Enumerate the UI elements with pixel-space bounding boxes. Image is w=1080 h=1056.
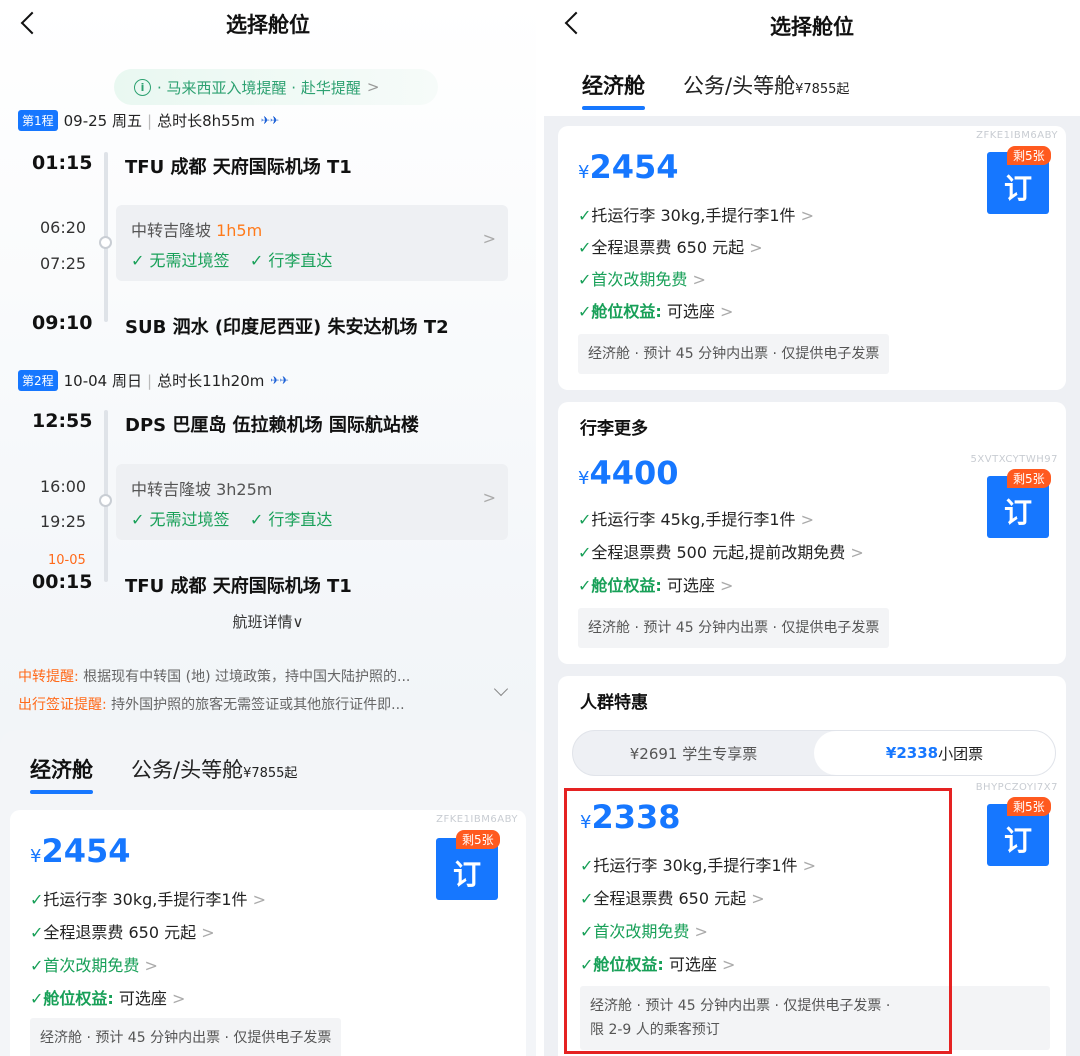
notice-text: · 马来西亚入境提醒 · 赴华提醒	[157, 78, 361, 97]
tab-business[interactable]: 公务/头等舱¥7855起	[683, 70, 849, 100]
fare-code: ZFKE1IBM6ABY	[436, 814, 518, 825]
arrival-time: 09:10	[32, 312, 93, 334]
header: 选择舱位	[544, 0, 1080, 52]
baggage-info[interactable]: ✓托运行李 30kg,手提行李1件 >	[30, 886, 266, 910]
chevron-down-icon[interactable]	[493, 681, 509, 697]
back-arrow-icon[interactable]	[560, 8, 588, 38]
page-title: 选择舱位	[226, 13, 310, 37]
fare-code: BHYPCZOYI7X7	[975, 782, 1058, 793]
fare-card: ZFKE1IBM6ABY ¥2454 订 剩5张 ✓托运行李 30kg,手提行李…	[10, 810, 526, 1056]
page-title: 选择舱位	[770, 15, 854, 39]
transfer-dot	[99, 494, 112, 507]
departure-airport: TFU 成都 天府国际机场 T1	[125, 157, 352, 178]
transfer-info[interactable]: 中转吉隆坡 3h25m ✓ 无需过境签 ✓ 行李直达 >	[116, 464, 508, 540]
leg-duration: 总时长8h55m	[157, 112, 255, 130]
transfer-arrival-time: 16:00	[40, 477, 87, 496]
fare-code: 5XVTXCYTWH97	[970, 454, 1058, 465]
cabin-benefit[interactable]: ✓舱位权益: 可选座 >	[30, 985, 185, 1009]
fare-price: ¥2454	[578, 148, 679, 186]
fare-price: ¥2454	[30, 832, 131, 870]
transfer-label: 中转吉隆坡 1h5m	[131, 221, 263, 240]
arrival-time: 00:15	[32, 571, 93, 593]
visa-reminder[interactable]: 出行签证提醒: 持外国护照的旅客无需签证或其他旅行证件即...	[18, 694, 405, 714]
transfer-checks: ✓ 无需过境签 ✓ 行李直达	[131, 510, 333, 529]
fare-card: 行李更多 5XVTXCYTWH97 ¥4400 订 剩5张 ✓托运行李 45kg…	[558, 402, 1066, 664]
departure-time: 12:55	[32, 410, 93, 432]
leg-tag: 第1程	[18, 110, 58, 131]
refund-info[interactable]: ✓全程退票费 650 元起 >	[30, 919, 215, 943]
change-info[interactable]: ✓首次改期免费 >	[578, 266, 706, 290]
remaining-badge: 剩5张	[1007, 146, 1051, 165]
tab-business[interactable]: 公务/头等舱¥7855起	[131, 754, 297, 784]
remaining-badge: 剩5张	[1007, 469, 1051, 488]
airline-logo-icon: ✈✈	[270, 374, 289, 387]
leg-date: 09-25 周五	[63, 112, 142, 130]
arrival-airport: TFU 成都 天府国际机场 T1	[125, 576, 352, 597]
baggage-info[interactable]: ✓托运行李 45kg,手提行李1件 >	[578, 506, 814, 530]
flight-detail-toggle[interactable]: 航班详情∨	[0, 611, 536, 632]
refund-info[interactable]: ✓全程退票费 500 元起,提前改期免费 >	[578, 539, 864, 563]
entry-notice-banner[interactable]: i · 马来西亚入境提醒 · 赴华提醒 >	[114, 69, 438, 105]
tab-economy[interactable]: 经济舱	[582, 70, 645, 110]
chevron-right-icon: >	[482, 488, 496, 507]
transfer-reminder[interactable]: 中转提醒: 根据现有中转国 (地) 过境政策，持中国大陆护照的...	[18, 666, 410, 686]
remaining-badge: 剩5张	[1007, 797, 1051, 816]
group-fare-option[interactable]: ¥2338 小团票	[814, 731, 1055, 775]
highlight-box	[564, 788, 952, 1054]
arrival-airport: SUB 泗水 (印度尼西亚) 朱安达机场 T2	[125, 317, 449, 338]
cabin-sheet: 经济舱 公务/头等舱¥7855起 ZFKE1IBM6ABY ¥2454 订 剩5…	[0, 730, 536, 1056]
transfer-departure-time: 07:25	[40, 254, 87, 273]
leg-tag: 第2程	[18, 370, 58, 391]
fare-price: ¥4400	[578, 454, 679, 492]
tab-economy[interactable]: 经济舱	[30, 754, 93, 794]
student-fare-option[interactable]: ¥2691 学生专享票	[573, 731, 814, 775]
departure-time: 01:15	[32, 152, 93, 174]
back-arrow-icon[interactable]	[16, 8, 44, 38]
info-icon: i	[134, 78, 151, 96]
leg-1-header: 第1程 09-25 周五 | 总时长8h55m ✈✈	[18, 110, 279, 131]
ticket-note: 经济舱 · 预计 45 分钟内出票 · 仅提供电子发票	[578, 334, 890, 374]
transfer-checks: ✓ 无需过境签 ✓ 行李直达	[131, 251, 333, 270]
remaining-badge: 剩5张	[456, 830, 500, 849]
fare-title: 行李更多	[580, 419, 648, 439]
change-info[interactable]: ✓首次改期免费 >	[30, 952, 158, 976]
refund-info[interactable]: ✓全程退票费 650 元起 >	[578, 234, 763, 258]
fare-card: ZFKE1IBM6ABY ¥2454 订 剩5张 ✓托运行李 30kg,手提行李…	[558, 126, 1066, 390]
leg-2-header: 第2程 10-04 周日 | 总时长11h20m ✈✈	[18, 370, 289, 391]
transfer-info[interactable]: 中转吉隆坡 1h5m ✓ 无需过境签 ✓ 行李直达 >	[116, 205, 508, 281]
chevron-right-icon: >	[482, 229, 496, 248]
baggage-info[interactable]: ✓托运行李 30kg,手提行李1件 >	[578, 202, 814, 226]
leg-duration: 总时长11h20m	[157, 372, 265, 390]
transfer-departure-time: 19:25	[40, 512, 87, 531]
flight-detail-screen: 选择舱位 i · 马来西亚入境提醒 · 赴华提醒 > 第1程 09-25 周五 …	[0, 0, 536, 1056]
cabin-benefit[interactable]: ✓舱位权益: 可选座 >	[578, 298, 733, 322]
next-day-date: 10-05	[48, 553, 86, 568]
fare-code: ZFKE1IBM6ABY	[976, 130, 1058, 141]
transfer-arrival-time: 06:20	[40, 218, 87, 237]
cabin-selection-screen: 选择舱位 经济舱 公务/头等舱¥7855起 ZFKE1IBM6ABY ¥2454…	[544, 0, 1080, 1056]
transfer-label: 中转吉隆坡 3h25m	[131, 480, 273, 499]
transfer-dot	[99, 236, 112, 249]
chevron-right-icon: >	[366, 78, 380, 96]
group-fare-switch[interactable]: ¥2691 学生专享票 ¥2338 小团票	[572, 730, 1056, 776]
cabin-benefit[interactable]: ✓舱位权益: 可选座 >	[578, 572, 733, 596]
ticket-note: 经济舱 · 预计 45 分钟内出票 · 仅提供电子发票	[578, 608, 890, 648]
ticket-note: 经济舱 · 预计 45 分钟内出票 · 仅提供电子发票	[30, 1018, 342, 1056]
header: 选择舱位	[0, 0, 536, 48]
airline-logo-icon: ✈✈	[260, 114, 280, 127]
leg-date: 10-04 周日	[63, 372, 142, 390]
group-title: 人群特惠	[580, 693, 648, 713]
departure-airport: DPS 巴厘岛 伍拉赖机场 国际航站楼	[125, 415, 419, 436]
